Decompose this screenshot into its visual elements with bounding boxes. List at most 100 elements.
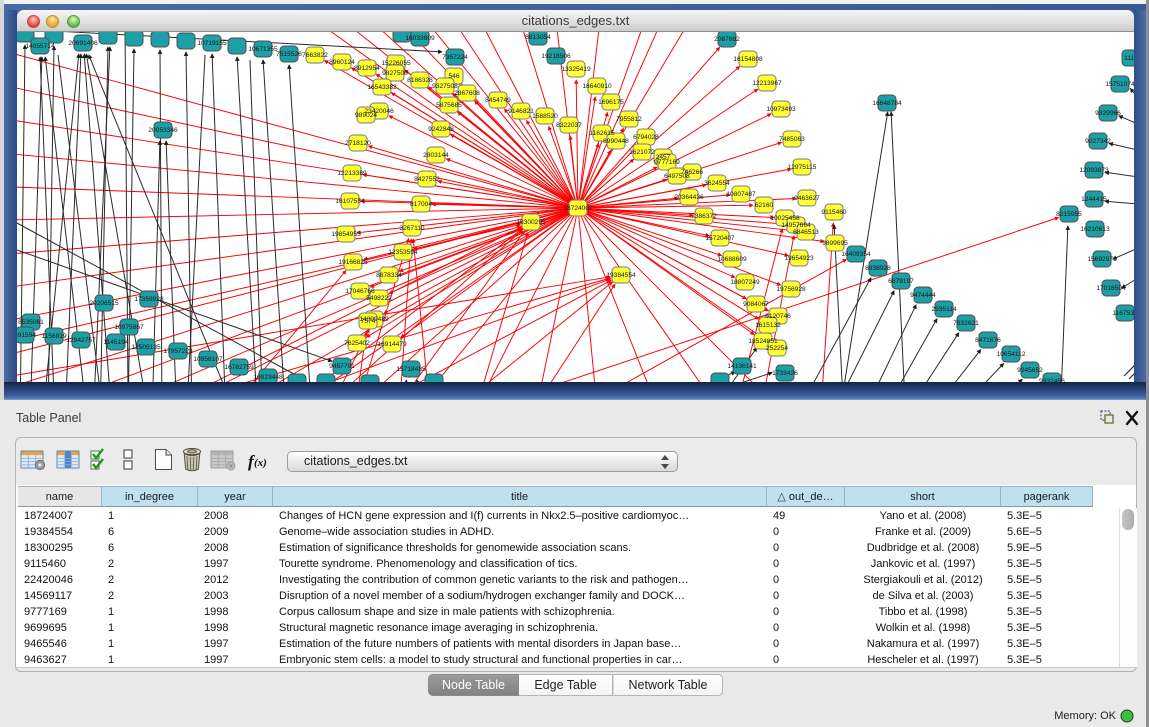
svg-text:10807487: 10807487 [726, 191, 756, 198]
svg-text:10025458: 10025458 [770, 215, 800, 222]
svg-text:62160: 62160 [755, 202, 774, 209]
svg-text:2867608: 2867608 [454, 90, 480, 97]
svg-text:9474444: 9474444 [910, 292, 936, 299]
svg-text:18640910: 18640910 [582, 83, 612, 90]
svg-text:8960124: 8960124 [329, 59, 355, 66]
svg-text:6120746: 6120746 [765, 313, 791, 320]
svg-text:6846513: 6846513 [793, 229, 819, 236]
svg-text:7632621: 7632621 [953, 320, 979, 327]
svg-text:391594: 391594 [17, 332, 36, 339]
svg-text:8215955: 8215955 [1056, 211, 1082, 218]
svg-text:15692971: 15692971 [1087, 256, 1117, 263]
svg-text:5498222: 5498222 [366, 295, 392, 302]
svg-text:6879197: 6879197 [888, 278, 914, 285]
svg-text:9245652: 9245652 [1017, 367, 1043, 374]
svg-text:1696175: 1696175 [598, 99, 624, 106]
svg-text:16154808: 16154808 [733, 56, 763, 63]
svg-text:9332456: 9332456 [1039, 378, 1065, 382]
svg-text:1621072: 1621072 [629, 149, 655, 156]
svg-text:12093873: 12093873 [1079, 167, 1109, 174]
svg-text:7955812: 7955812 [616, 116, 642, 123]
svg-text:17016504: 17016504 [1096, 285, 1126, 292]
svg-text:7663822: 7663822 [302, 52, 328, 59]
svg-text:1244415: 1244415 [1081, 196, 1107, 203]
svg-text:1145194: 1145194 [103, 339, 129, 346]
svg-text:9329966: 9329966 [1095, 110, 1121, 117]
svg-text:9242848: 9242848 [428, 126, 454, 133]
svg-text:20053346: 20053346 [148, 127, 178, 134]
svg-text:1733426: 1733426 [772, 370, 798, 377]
svg-text:8454749: 8454749 [485, 97, 511, 104]
svg-text:817004: 817004 [410, 201, 432, 208]
svg-text:5875685: 5875685 [436, 102, 462, 109]
svg-text:19166825: 19166825 [338, 259, 368, 266]
svg-text:15226055: 15226055 [381, 60, 411, 67]
svg-text:3267110: 3267110 [399, 225, 425, 232]
svg-text:14136141: 14136141 [727, 363, 757, 370]
svg-text:16409354: 16409354 [841, 251, 871, 258]
svg-text:18300295: 18300295 [516, 219, 546, 226]
svg-text:16914479: 16914479 [377, 341, 407, 348]
svg-text:2803144: 2803144 [423, 152, 449, 159]
svg-text:12975115: 12975115 [788, 164, 817, 171]
svg-text:1167533: 1167533 [1112, 310, 1134, 317]
svg-text:6497508: 6497508 [664, 173, 690, 180]
svg-text:3624554: 3624554 [704, 180, 730, 187]
svg-text:12505135: 12505135 [131, 344, 161, 351]
svg-text:12942757: 12942757 [66, 337, 96, 344]
svg-text:19756928: 19756928 [776, 286, 806, 293]
svg-text:1588520: 1588520 [532, 113, 558, 120]
svg-text:10688609: 10688609 [717, 256, 747, 263]
svg-text:8471676: 8471676 [975, 337, 1001, 344]
svg-text:16210613: 16210613 [1080, 226, 1110, 233]
svg-text:14055714: 14055714 [25, 43, 55, 50]
svg-text:8427552: 8427552 [414, 176, 440, 183]
svg-text:1162615: 1162615 [589, 130, 615, 137]
svg-text:20206515: 20206515 [89, 300, 119, 307]
svg-text:1156819: 1156819 [41, 333, 67, 340]
svg-text:1615132: 1615132 [755, 322, 781, 329]
svg-text:8912954: 8912954 [354, 65, 380, 72]
svg-text:12213389: 12213389 [337, 170, 367, 177]
svg-text:10975867: 10975867 [114, 324, 144, 331]
svg-text:7386372: 7386372 [691, 213, 717, 220]
svg-text:9899695: 9899695 [822, 240, 848, 247]
svg-text:16782759: 16782759 [224, 364, 254, 371]
svg-text:16033809: 16033809 [405, 35, 435, 42]
svg-text:9084067: 9084067 [743, 301, 769, 308]
svg-text:15718485: 15718485 [396, 366, 426, 373]
svg-text:9115460: 9115460 [821, 209, 847, 216]
svg-text:9463627: 9463627 [794, 195, 820, 202]
svg-text:18724007: 18724007 [563, 205, 593, 212]
svg-text:10973493: 10973493 [766, 106, 796, 113]
svg-text:252254: 252254 [766, 345, 788, 352]
svg-text:13325419: 13325419 [561, 66, 591, 73]
svg-text:2935114: 2935114 [931, 306, 957, 313]
svg-text:9327508: 9327508 [432, 83, 458, 90]
svg-text:546: 546 [448, 73, 459, 80]
svg-text:8878334: 8878334 [376, 272, 402, 279]
svg-text:7574: 7574 [361, 318, 376, 325]
svg-text:14957664: 14957664 [781, 222, 811, 229]
svg-text:8322037: 8322037 [556, 122, 582, 129]
svg-text:8990448: 8990448 [603, 138, 629, 145]
svg-text:6794028: 6794028 [633, 134, 659, 141]
svg-text:7625402: 7625402 [344, 340, 370, 347]
svg-text:10923448: 10923448 [253, 374, 283, 381]
svg-text:7515526: 7515526 [276, 51, 302, 58]
svg-text:19218506: 19218506 [541, 53, 571, 60]
svg-text:989024: 989024 [355, 112, 377, 119]
svg-text:15720407: 15720407 [705, 235, 735, 242]
svg-text:20691406: 20691406 [68, 40, 98, 47]
svg-text:19384554: 19384554 [606, 272, 636, 279]
svg-text:9777169: 9777169 [654, 159, 680, 166]
svg-text:9146821: 9146821 [508, 108, 534, 115]
svg-text:17046766: 17046766 [345, 288, 375, 295]
svg-text:8186328: 8186328 [407, 77, 433, 84]
svg-text:7357224: 7357224 [442, 54, 468, 61]
svg-text:2718120: 2718120 [345, 140, 371, 147]
svg-text:18807249: 18807249 [730, 279, 760, 286]
svg-text:8938928: 8938928 [865, 265, 891, 272]
svg-text:12213967: 12213967 [752, 80, 782, 87]
svg-text:15751074: 15751074 [1105, 81, 1134, 88]
